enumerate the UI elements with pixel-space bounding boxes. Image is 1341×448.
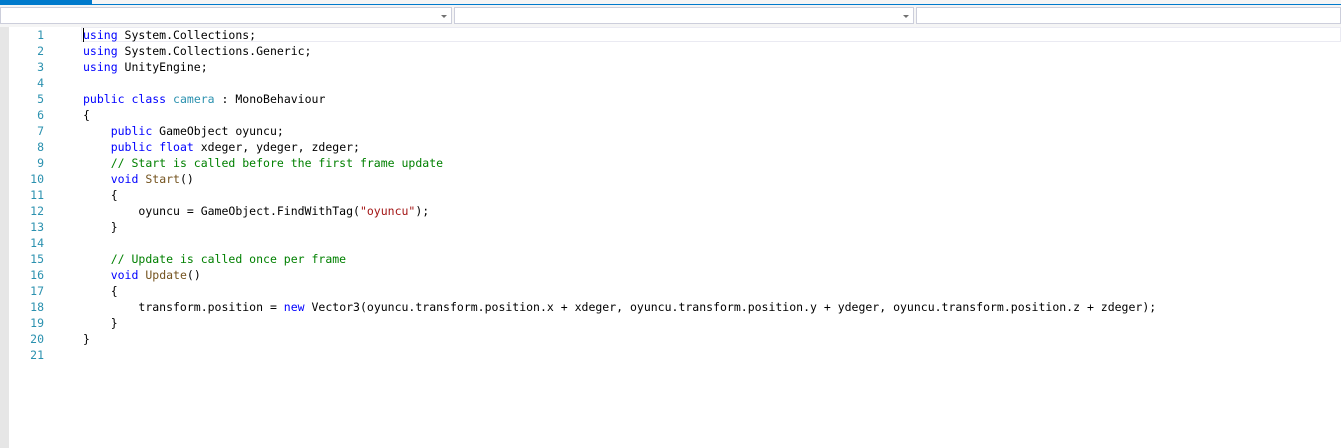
code-line[interactable]: public GameObject oyuncu; [83, 123, 1156, 139]
chevron-down-icon[interactable] [441, 15, 447, 18]
line-number: 11 [30, 188, 44, 202]
comment: // Update is called once per frame [110, 252, 347, 266]
method-name: Start [145, 172, 180, 186]
keyword: using [83, 28, 118, 42]
code-line[interactable]: } [83, 315, 1156, 331]
code-line[interactable]: { [83, 187, 1156, 203]
code-text: Vector3(oyuncu.transform.position.x + xd… [304, 300, 1157, 314]
keyword: void [110, 268, 139, 282]
line-number: 7 [37, 124, 44, 138]
code-text: xdeger, ydeger, zdeger; [193, 140, 360, 154]
code-line[interactable]: using UnityEngine; [83, 59, 1156, 75]
line-number: 3 [37, 60, 44, 74]
line-number: 17 [30, 284, 44, 298]
member-dropdown[interactable] [916, 7, 1341, 24]
code-text: GameObject oyuncu; [152, 124, 284, 138]
keyword: new [283, 300, 305, 314]
code-line[interactable]: using System.Collections; [83, 27, 1156, 43]
code-line[interactable]: public class camera : MonoBehaviour [83, 91, 1156, 107]
code-line[interactable]: } [83, 331, 1156, 347]
line-number: 14 [30, 236, 44, 250]
line-number: 10 [30, 172, 44, 186]
selection-margin[interactable] [0, 27, 9, 448]
class-name: camera [173, 92, 215, 106]
keyword: using [83, 44, 118, 58]
line-number: 19 [30, 316, 44, 330]
code-line[interactable] [83, 235, 1156, 251]
code-text: System.Collections.Generic; [117, 44, 312, 58]
line-number: 12 [30, 204, 44, 218]
keyword: public [110, 124, 153, 138]
keyword: public [83, 92, 125, 106]
code-text: () [186, 268, 201, 282]
navigation-bar [0, 5, 1341, 27]
code-line[interactable] [83, 347, 1156, 363]
comment: // Start is called before the first fram… [110, 156, 444, 170]
text-caret [83, 28, 84, 42]
code-line[interactable]: // Update is called once per frame [83, 251, 1156, 267]
code-text: transform.position = [138, 300, 284, 314]
string-literal: "oyuncu" [359, 204, 416, 218]
line-number: 5 [37, 92, 44, 106]
code-line[interactable]: oyuncu = GameObject.FindWithTag("oyuncu"… [83, 203, 1156, 219]
line-number: 15 [30, 252, 44, 266]
line-number: 16 [30, 268, 44, 282]
keyword: void [110, 172, 139, 186]
project-dropdown[interactable] [0, 7, 452, 24]
code-text: System.Collections; [117, 28, 257, 42]
keyword: float [159, 140, 194, 154]
code-text: ); [415, 204, 430, 218]
line-number: 4 [37, 76, 44, 90]
code-line[interactable]: // Start is called before the first fram… [83, 155, 1156, 171]
line-number: 9 [37, 156, 44, 170]
chevron-down-icon[interactable] [903, 15, 909, 18]
line-number-gutter: 1 2 3 4 5 6 7 8 9 10 11 12 13 14 15 16 1… [9, 27, 49, 363]
line-number: 21 [30, 348, 44, 362]
line-number: 20 [30, 332, 44, 346]
keyword: public [110, 140, 153, 154]
line-number: 8 [37, 140, 44, 154]
code-editor[interactable]: 1 2 3 4 5 6 7 8 9 10 11 12 13 14 15 16 1… [0, 27, 1341, 448]
code-line[interactable]: } [83, 219, 1156, 235]
keyword: class [131, 92, 167, 106]
code-text: : MonoBehaviour [214, 92, 326, 106]
method-name: Update [145, 268, 187, 282]
type-dropdown[interactable] [454, 7, 914, 24]
code-line[interactable]: public float xdeger, ydeger, zdeger; [83, 139, 1156, 155]
line-number: 6 [37, 108, 44, 122]
code-line[interactable]: using System.Collections.Generic; [83, 43, 1156, 59]
code-line[interactable]: transform.position = new Vector3(oyuncu.… [83, 299, 1156, 315]
code-text: oyuncu = GameObject.FindWithTag( [138, 204, 360, 218]
code-text: () [179, 172, 194, 186]
code-line[interactable]: { [83, 107, 1156, 123]
code-line[interactable]: { [83, 283, 1156, 299]
code-line[interactable] [83, 75, 1156, 91]
line-number: 1 [37, 28, 44, 42]
line-number: 13 [30, 220, 44, 234]
code-text-area[interactable]: using System.Collections; using System.C… [83, 27, 1156, 363]
code-text: UnityEngine; [117, 60, 208, 74]
keyword: using [83, 60, 118, 74]
code-line[interactable]: void Start() [83, 171, 1156, 187]
code-line[interactable]: void Update() [83, 267, 1156, 283]
line-number: 18 [30, 300, 44, 314]
line-number: 2 [37, 44, 44, 58]
